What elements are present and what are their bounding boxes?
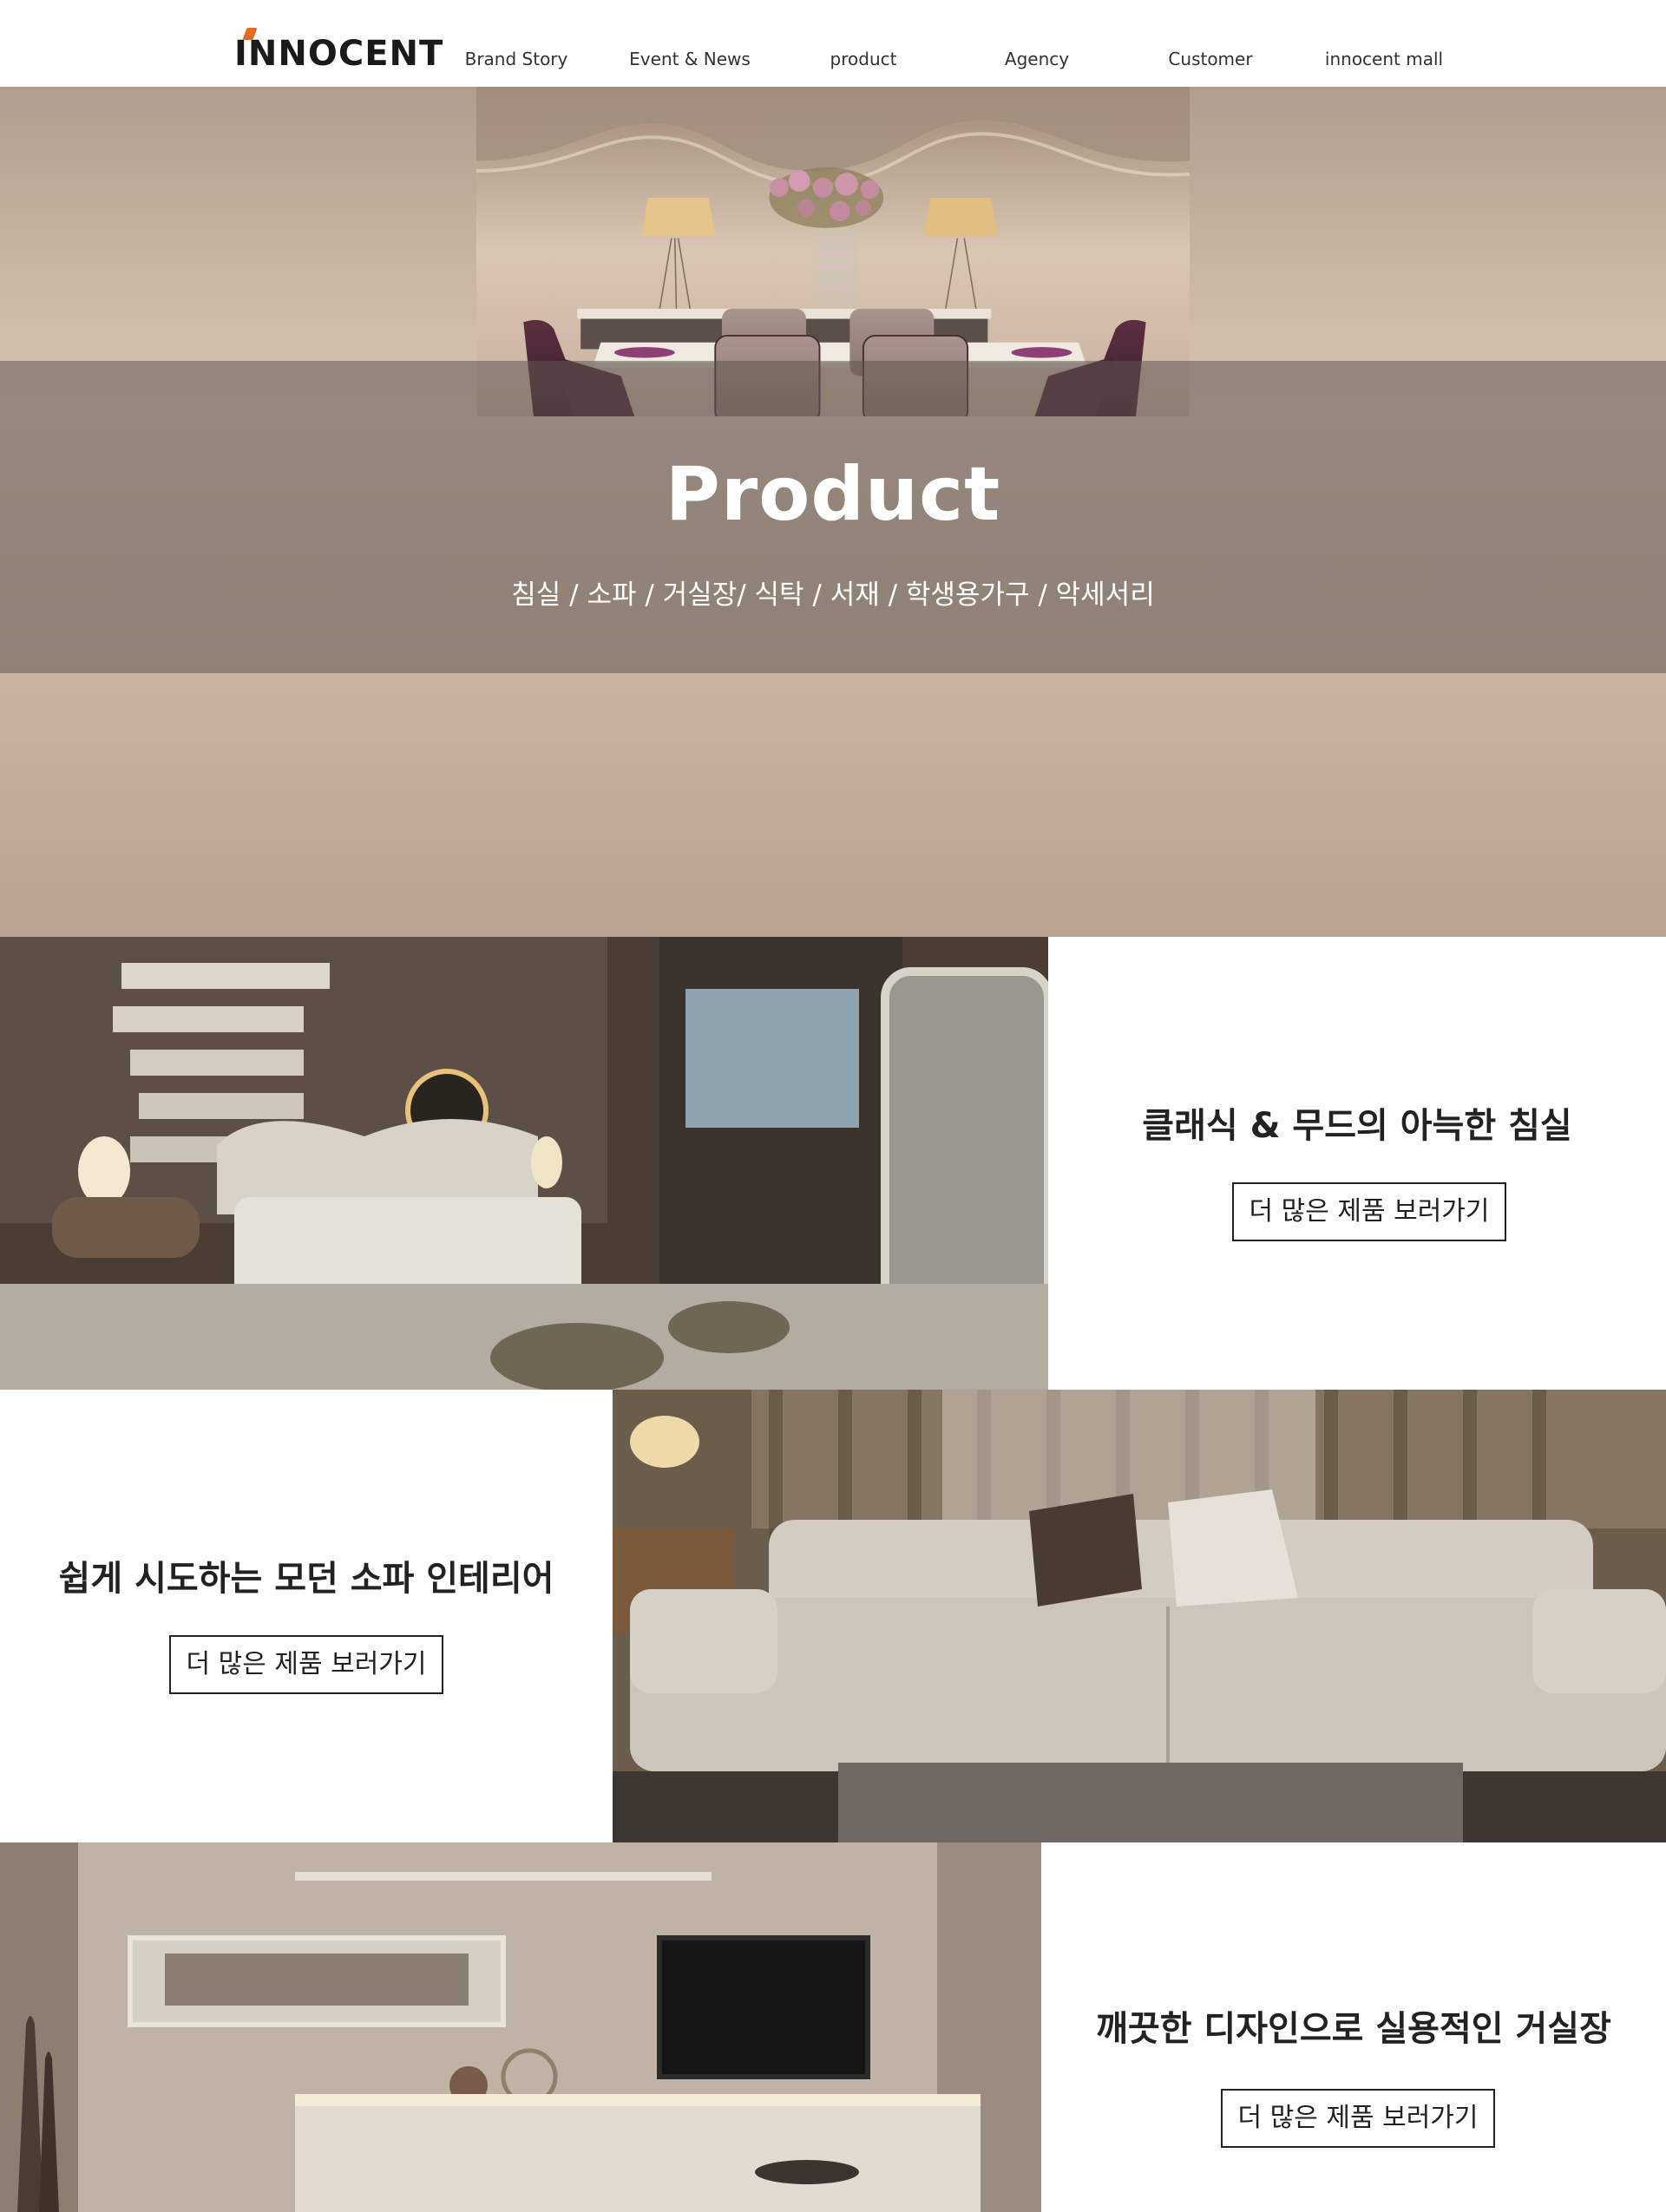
bedroom-panel: 클래식 & 무드의 아늑한 침실 더 많은 제품 보러가기 xyxy=(1048,937,1666,1390)
site-header: INNOCENT Brand Story Event & News produc… xyxy=(0,0,1666,87)
sofa-image xyxy=(613,1390,1666,1842)
hero-banner: Product 침실 / 소파 / 거실장/ 식탁 / 서재 / 학생용가구 /… xyxy=(0,87,1666,937)
sofa-section: 쉽게 시도하는 모던 소파 인테리어 더 많은 제품 보러가기 xyxy=(0,1390,1666,1842)
nav-customer[interactable]: Customer xyxy=(1124,43,1297,75)
nav-event-news[interactable]: Event & News xyxy=(603,43,777,75)
nav-agency[interactable]: Agency xyxy=(950,43,1124,75)
nav-brand-story[interactable]: Brand Story xyxy=(430,43,603,75)
tv-cabinet-panel: 깨끗한 디자인으로 실용적인 거실장 더 많은 제품 보러가기 xyxy=(1041,1842,1666,2212)
tv-cabinet-section: 깨끗한 디자인으로 실용적인 거실장 더 많은 제품 보러가기 xyxy=(0,1842,1666,2212)
tv-cabinet-more-button[interactable]: 더 많은 제품 보러가기 xyxy=(1221,2089,1495,2148)
nav-innocent-mall[interactable]: innocent mall xyxy=(1297,43,1471,75)
sofa-title: 쉽게 시도하는 모던 소파 인테리어 xyxy=(58,1559,554,1599)
sofa-more-button[interactable]: 더 많은 제품 보러가기 xyxy=(169,1635,443,1694)
tv-cabinet-image xyxy=(0,1842,1041,2212)
bedroom-image xyxy=(0,937,1048,1390)
sofa-panel: 쉽게 시도하는 모던 소파 인테리어 더 많은 제품 보러가기 xyxy=(0,1390,613,1842)
hero-category-list: 침실 / 소파 / 거실장/ 식탁 / 서재 / 학생용가구 / 악세서리 xyxy=(511,579,1155,611)
bedroom-section: 클래식 & 무드의 아늑한 침실 더 많은 제품 보러가기 xyxy=(0,937,1666,1390)
hero-title: Product xyxy=(665,451,1001,538)
tv-cabinet-title: 깨끗한 디자인으로 실용적인 거실장 xyxy=(1096,2009,1611,2049)
main-nav: Brand Story Event & News product Agency … xyxy=(0,43,1666,75)
nav-product[interactable]: product xyxy=(777,43,950,75)
bedroom-title: 클래식 & 무드의 아늑한 침실 xyxy=(1142,1106,1572,1146)
bedroom-more-button[interactable]: 더 많은 제품 보러가기 xyxy=(1232,1182,1506,1241)
